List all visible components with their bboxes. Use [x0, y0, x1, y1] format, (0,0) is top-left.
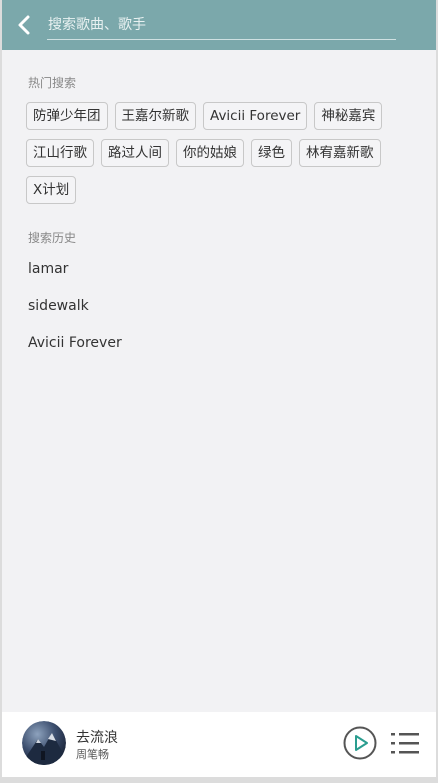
song-artist: 周笔畅	[76, 748, 109, 761]
mini-player: 去流浪 周笔畅	[2, 712, 436, 777]
hot-tag[interactable]: 路过人间	[101, 139, 169, 167]
play-circle-icon	[343, 726, 377, 760]
hot-tag[interactable]: 防弹少年团	[26, 102, 108, 130]
hot-tag[interactable]: 江山行歌	[26, 139, 94, 167]
search-history-list: lamar sidewalk Avicii Forever	[28, 257, 408, 368]
search-field	[47, 12, 397, 40]
history-item[interactable]: lamar	[28, 257, 408, 294]
play-button[interactable]	[343, 726, 377, 760]
album-cover-image	[22, 721, 66, 765]
album-cover[interactable]	[22, 721, 66, 765]
search-page: 热门搜索 防弹少年团 王嘉尔新歌 Avicii Forever 神秘嘉宾 江山行…	[2, 0, 436, 777]
song-title: 去流浪	[76, 730, 118, 746]
hot-tag[interactable]: 神秘嘉宾	[314, 102, 383, 130]
hot-tag[interactable]: 绿色	[251, 139, 292, 167]
chevron-left-icon	[18, 15, 30, 35]
hot-tag[interactable]: 你的姑娘	[176, 139, 244, 167]
back-button[interactable]	[14, 13, 36, 37]
history-item[interactable]: Avicii Forever	[28, 331, 408, 368]
hot-tag[interactable]: X计划	[26, 176, 77, 204]
hot-tag[interactable]: 林宥嘉新歌	[299, 139, 381, 167]
history-item[interactable]: sidewalk	[28, 294, 408, 331]
hot-tag[interactable]: Avicii Forever	[203, 102, 308, 130]
hot-search-tags: 防弹少年团 王嘉尔新歌 Avicii Forever 神秘嘉宾 江山行歌 路过人…	[26, 102, 422, 204]
search-history-title: 搜索历史	[28, 231, 77, 245]
search-header	[2, 0, 436, 50]
search-input[interactable]	[47, 12, 397, 38]
hot-tag[interactable]: 王嘉尔新歌	[114, 102, 196, 130]
hot-search-title: 热门搜索	[28, 76, 77, 90]
playlist-button[interactable]	[390, 729, 420, 757]
playlist-icon	[391, 733, 419, 754]
